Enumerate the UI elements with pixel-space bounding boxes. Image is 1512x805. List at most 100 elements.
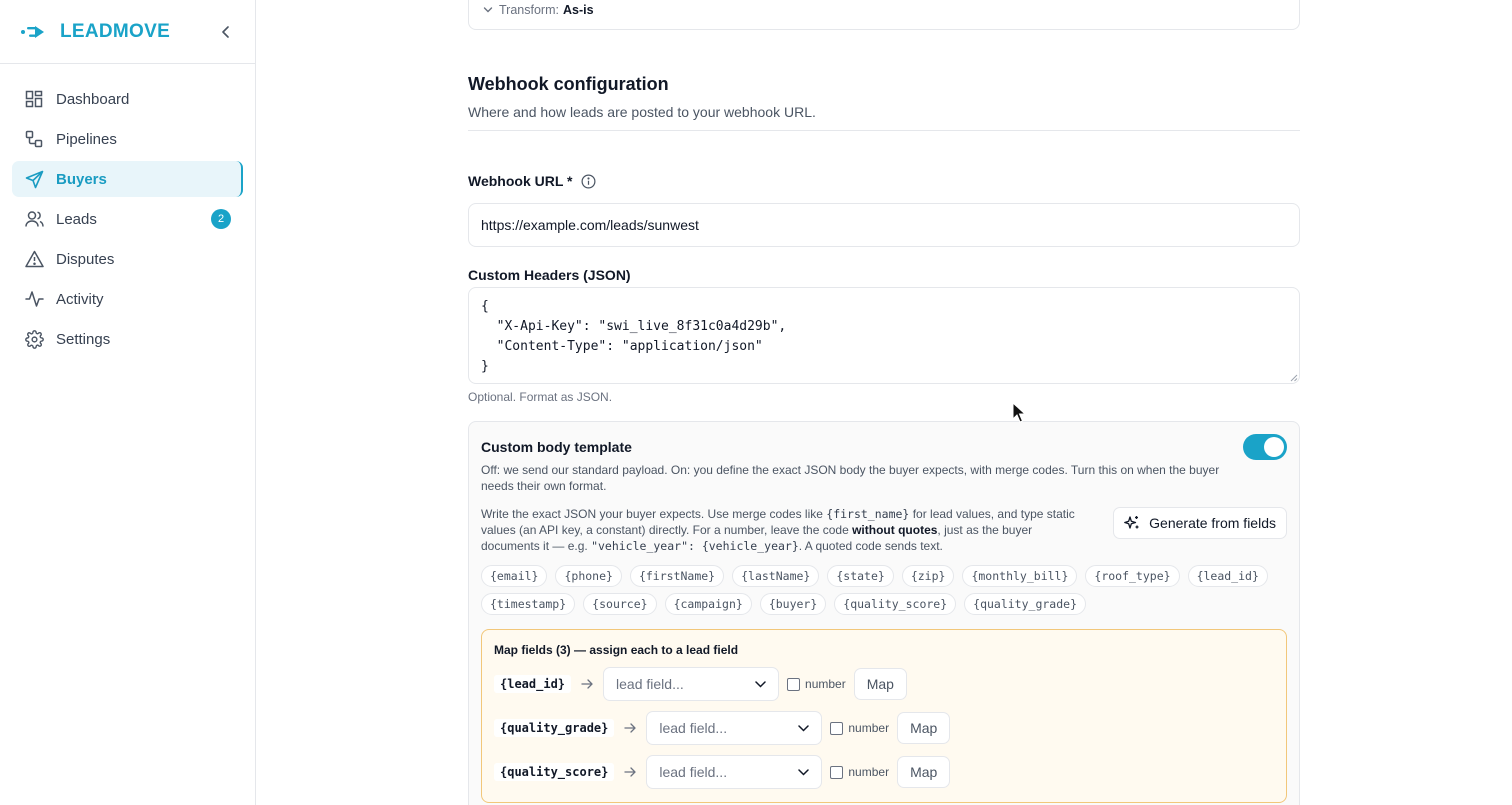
map-button[interactable]: Map (897, 712, 951, 744)
merge-code-chip[interactable]: {email} (481, 565, 548, 587)
map-code: {lead_id} (494, 675, 572, 693)
sidebar-item-buyers[interactable]: Buyers (12, 161, 243, 197)
merge-code-chips: {email} {phone} {firstName} {lastName} {… (481, 565, 1291, 615)
number-label: number (848, 721, 890, 735)
generate-from-fields-button[interactable]: Generate from fields (1113, 507, 1287, 539)
merge-code-chip[interactable]: {zip} (901, 565, 955, 587)
body-template-help: Write the exact JSON your buyer expects.… (481, 506, 1081, 554)
merge-code-chip[interactable]: {lead_id} (1187, 565, 1268, 587)
help-text: Write the exact JSON your buyer expects.… (481, 507, 827, 521)
info-icon[interactable] (581, 174, 596, 189)
sidebar-item-label: Dashboard (56, 90, 130, 108)
chevron-left-icon (222, 26, 229, 38)
merge-code-chip[interactable]: {phone} (555, 565, 622, 587)
map-fields-title: Map fields (3) — assign each to a lead f… (494, 643, 739, 657)
help-code: "vehicle_year": {vehicle_year} (591, 539, 799, 553)
merge-code-chip[interactable]: {roof_type} (1085, 565, 1180, 587)
section-title: Webhook configuration (468, 74, 669, 94)
pipelines-icon (24, 129, 44, 149)
merge-code-chip[interactable]: {state} (827, 565, 894, 587)
sidebar-item-settings[interactable]: Settings (12, 321, 243, 357)
leads-count-badge: 2 (211, 209, 231, 229)
map-code: {quality_score} (494, 763, 615, 781)
merge-code-chip[interactable]: {monthly_bill} (962, 565, 1078, 587)
merge-code-chip[interactable]: {firstName} (629, 565, 725, 587)
sidebar-item-label: Activity (56, 290, 104, 308)
sidebar-item-pipelines[interactable]: Pipelines (12, 121, 243, 157)
section-divider (468, 130, 1300, 131)
sidebar-item-label: Pipelines (56, 130, 117, 148)
warning-icon (24, 249, 44, 269)
map-row: {quality_score} lead field... number Map (494, 755, 951, 789)
help-text: . A quoted code sends text. (798, 539, 943, 553)
users-icon (24, 209, 44, 229)
number-checkbox[interactable] (830, 765, 844, 779)
map-row: {lead_id} lead field... number Map (494, 667, 907, 701)
custom-headers-textarea[interactable]: { "X-Api-Key": "swi_live_8f31c0a4d29b", … (468, 287, 1300, 384)
sidebar-item-leads[interactable]: Leads 2 (12, 201, 243, 237)
body-template-description: Off: we send our standard payload. On: y… (481, 463, 1220, 493)
section-subtitle: Where and how leads are posted to your w… (468, 104, 816, 120)
lead-field-select[interactable]: lead field... (646, 755, 823, 789)
body-template-title: Custom body template (481, 439, 632, 455)
merge-code-chip[interactable]: {campaign} (664, 593, 752, 615)
merge-code-chip[interactable]: {lastName} (732, 565, 820, 587)
number-checkbox[interactable] (787, 677, 801, 691)
number-checkbox[interactable] (830, 721, 844, 735)
arrow-right-icon (624, 723, 637, 733)
leadmove-logo-icon (21, 25, 44, 38)
send-icon (24, 169, 44, 189)
merge-code-chip[interactable]: {timestamp} (481, 593, 576, 615)
sidebar-item-dashboard[interactable]: Dashboard (12, 81, 243, 117)
help-bold: without quotes (852, 523, 938, 537)
chevron-down-icon (798, 768, 810, 776)
activity-icon (24, 289, 44, 309)
brand-header: LEADMOVE (0, 0, 255, 64)
number-checkbox-wrap[interactable]: number (787, 677, 846, 691)
webhook-url-label: Webhook URL * (468, 173, 596, 189)
webhook-url-input[interactable]: https://example.com/leads/sunwest (468, 203, 1300, 247)
main-content: Transform: As-is Webhook configuration W… (256, 0, 1512, 805)
transform-row[interactable]: Transform: As-is (468, 0, 1300, 30)
body-template-toggle[interactable] (1243, 434, 1287, 460)
transform-value: As-is (562, 3, 594, 17)
webhook-url-label-text: Webhook URL * (468, 173, 573, 189)
custom-headers-label: Custom Headers (JSON) (468, 267, 631, 283)
chevron-down-icon (798, 724, 810, 732)
number-checkbox-wrap[interactable]: number (830, 765, 889, 779)
collapse-sidebar-button[interactable] (216, 22, 236, 42)
number-checkbox-wrap[interactable]: number (830, 721, 889, 735)
toggle-knob (1264, 437, 1284, 457)
merge-code-chip[interactable]: {quality_grade} (964, 593, 1086, 615)
map-fields-box: Map fields (3) — assign each to a lead f… (481, 629, 1287, 803)
merge-code-chip[interactable]: {buyer} (759, 593, 827, 615)
sidebar-item-label: Disputes (56, 250, 115, 268)
merge-code-chip[interactable]: {quality_score} (834, 593, 957, 615)
select-placeholder: lead field... (616, 676, 684, 692)
body-template-panel: Custom body template Off: we send our st… (468, 421, 1300, 805)
sidebar-item-label: Settings (56, 330, 111, 348)
lead-field-select[interactable]: lead field... (603, 667, 780, 701)
map-row: {quality_grade} lead field... number Map (494, 711, 951, 745)
lead-field-select[interactable]: lead field... (646, 711, 823, 745)
map-code: {quality_grade} (494, 719, 615, 737)
sidebar-item-label: Buyers (56, 170, 107, 188)
arrow-right-icon (581, 679, 593, 689)
map-button[interactable]: Map (853, 668, 907, 700)
arrow-right-icon (624, 767, 637, 777)
app-root: LEADMOVE Dashboard Pipelines Buyers Lead… (0, 0, 1512, 805)
webhook-url-value: https://example.com/leads/sunwest (481, 217, 699, 233)
merge-code-chip[interactable]: {source} (583, 593, 657, 615)
mouse-cursor-icon (1012, 402, 1026, 423)
sidebar-item-activity[interactable]: Activity (12, 281, 243, 317)
number-label: number (805, 677, 846, 691)
chevron-down-icon (755, 680, 766, 688)
select-placeholder: lead field... (659, 720, 728, 736)
generate-label: Generate from fields (1149, 515, 1276, 531)
map-button[interactable]: Map (897, 756, 951, 788)
sidebar-nav: Dashboard Pipelines Buyers Leads 2 Dispu… (0, 64, 255, 378)
number-label: number (848, 765, 890, 779)
sidebar: LEADMOVE Dashboard Pipelines Buyers Lead… (0, 0, 256, 805)
brand-name: LEADMOVE (60, 20, 171, 42)
sidebar-item-disputes[interactable]: Disputes (12, 241, 243, 277)
